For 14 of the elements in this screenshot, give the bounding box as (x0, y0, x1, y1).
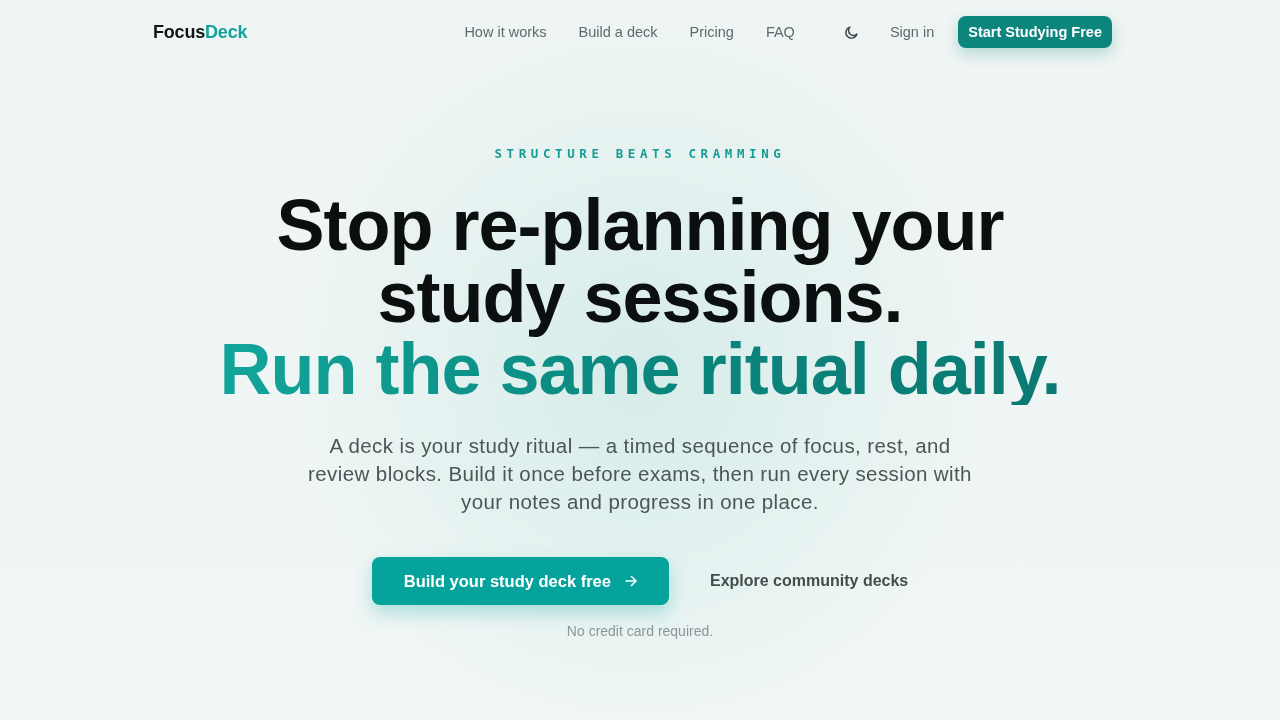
eyebrow-text: STRUCTURE BEATS CRAMMING (494, 146, 786, 162)
no-credit-card-note: No credit card required. (566, 623, 714, 639)
nav-link[interactable]: FAQ (765, 24, 795, 40)
moon-icon[interactable] (843, 24, 859, 40)
nav-link[interactable]: Build a deck (578, 24, 658, 40)
arrow-right-icon (624, 575, 637, 587)
hero-description: A deck is your study ritual — a timed sequence of focus, rest, and review blocks. Build it once before exams, then run every session with your notes and progress in one place. (307, 433, 973, 515)
nav-link[interactable]: Pricing (689, 24, 734, 40)
explore-decks-link[interactable]: Explore community decks (709, 572, 909, 590)
logo[interactable]: FocusDeck (153, 21, 248, 43)
nav-link[interactable]: How it works (464, 24, 547, 40)
build-deck-button[interactable]: Build your study deck free (371, 557, 669, 605)
sign-in-link[interactable]: Sign in (889, 24, 935, 40)
start-studying-button[interactable]: Start Studying Free (958, 16, 1112, 48)
